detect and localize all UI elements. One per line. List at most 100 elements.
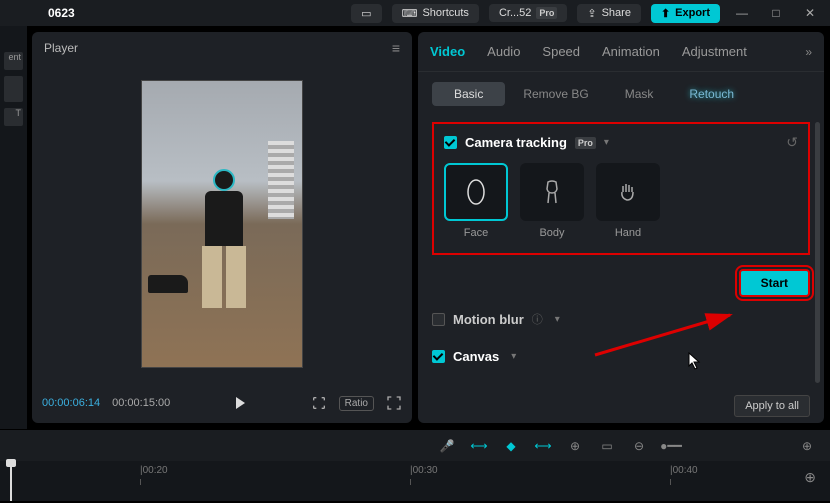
zoom-slider-handle[interactable]: ●━━ — [662, 438, 680, 454]
tabs-overflow-icon[interactable]: » — [805, 45, 812, 59]
tracking-option-face[interactable]: Face — [444, 163, 508, 239]
ratio-button[interactable]: Ratio — [339, 396, 374, 411]
zoom-out-icon[interactable]: ⊖ — [630, 438, 648, 454]
player-menu-icon[interactable]: ≡ — [392, 40, 400, 56]
preview-person — [194, 169, 254, 309]
dock-item-ent[interactable]: ent — [4, 52, 23, 70]
share-button[interactable]: ⇪ Share — [577, 4, 641, 23]
inspector-scrollbar[interactable] — [815, 122, 820, 383]
window-minimize[interactable]: — — [730, 6, 754, 20]
export-label: Export — [675, 7, 710, 19]
face-icon — [444, 163, 508, 221]
subtab-removebg[interactable]: Remove BG — [505, 82, 606, 106]
subtab-retouch[interactable]: Retouch — [671, 82, 752, 106]
split-icon[interactable]: ⟷ — [470, 438, 488, 454]
motion-blur-title: Motion blur — [453, 312, 524, 327]
player-label: Player — [44, 41, 78, 55]
mic-icon[interactable]: 🎤 — [438, 438, 456, 454]
magnet-icon[interactable]: ◆ — [502, 438, 520, 454]
hand-icon — [596, 163, 660, 221]
playhead[interactable] — [10, 461, 12, 501]
camera-tracking-checkbox[interactable] — [444, 136, 457, 149]
preview-car — [148, 275, 188, 293]
camera-tracking-title: Camera tracking — [465, 135, 567, 150]
subtab-mask[interactable]: Mask — [607, 82, 672, 106]
video-preview — [141, 80, 303, 368]
link-icon[interactable]: ⟷ — [534, 438, 552, 454]
chevron-down-icon[interactable]: ▾ — [511, 351, 516, 362]
hand-label: Hand — [596, 227, 660, 239]
share-icon: ⇪ — [587, 7, 596, 20]
project-label: Cr...52 — [499, 7, 531, 19]
reset-icon[interactable]: ↺ — [786, 134, 798, 151]
fullscreen-icon[interactable] — [386, 395, 402, 411]
tab-adjustment[interactable]: Adjustment — [682, 44, 747, 59]
preview-area[interactable] — [32, 64, 412, 383]
window-maximize[interactable]: □ — [764, 6, 788, 20]
tab-speed[interactable]: Speed — [542, 44, 580, 59]
tab-animation[interactable]: Animation — [602, 44, 660, 59]
tab-video[interactable]: Video — [430, 44, 465, 59]
ruler-tick: |00:30 — [410, 465, 438, 476]
align-icon[interactable]: ⊕ — [566, 438, 584, 454]
dock-item-t[interactable]: T — [4, 108, 23, 126]
cursor-icon — [688, 352, 702, 370]
tab-audio[interactable]: Audio — [487, 44, 520, 59]
inspector-tabs: Video Audio Speed Animation Adjustment » — [418, 32, 824, 72]
start-button[interactable]: Start — [739, 269, 810, 297]
left-dock: ent T — [0, 26, 28, 429]
annotation-highlight-box: Camera tracking Pro ▾ ↺ Face — [432, 122, 810, 255]
layout-button[interactable]: ▭ — [351, 4, 381, 23]
timeline-toolbar: 🎤 ⟷ ◆ ⟷ ⊕ ▭ ⊖ ●━━ ⊕ — [0, 429, 830, 461]
tracking-option-hand[interactable]: Hand — [596, 163, 660, 239]
ruler-tick: |00:20 — [140, 465, 168, 476]
canvas-checkbox[interactable] — [432, 350, 445, 363]
crop-icon[interactable] — [311, 395, 327, 411]
canvas-title: Canvas — [453, 349, 499, 364]
monitor-icon[interactable]: ▭ — [598, 438, 616, 454]
zoom-in-icon[interactable]: ⊕ — [798, 438, 816, 454]
pro-badge: Pro — [536, 7, 557, 19]
shortcuts-button[interactable]: ⌨ Shortcuts — [392, 4, 479, 23]
tracking-options: Face Body Hand — [444, 163, 798, 239]
export-icon: ⬆ — [661, 7, 670, 20]
duration-time: 00:00:15:00 — [112, 397, 170, 409]
project-title: 0623 — [48, 6, 75, 20]
ruler-tick: |00:40 — [670, 465, 698, 476]
project-dropdown[interactable]: Cr...52 Pro — [489, 4, 567, 22]
subtab-basic[interactable]: Basic — [432, 82, 505, 106]
player-header: Player ≡ — [32, 32, 412, 64]
tracking-option-body[interactable]: Body — [520, 163, 584, 239]
chevron-down-icon[interactable]: ▾ — [555, 314, 560, 325]
keyboard-icon: ⌨ — [402, 7, 418, 20]
play-button[interactable] — [236, 397, 245, 409]
apply-to-all-button[interactable]: Apply to all — [734, 395, 810, 417]
share-label: Share — [602, 7, 631, 19]
camera-tracking-section: Camera tracking Pro ▾ ↺ Face — [418, 112, 824, 265]
body-label: Body — [520, 227, 584, 239]
preview-building — [268, 141, 294, 219]
current-time: 00:00:06:14 — [42, 397, 100, 409]
timeline-add-icon[interactable]: ⊕ — [804, 469, 816, 486]
info-icon[interactable]: ⓘ — [532, 311, 543, 327]
chevron-down-icon[interactable]: ▾ — [604, 137, 609, 148]
shortcuts-label: Shortcuts — [422, 7, 468, 19]
video-subtabs: Basic Remove BG Mask Retouch — [418, 72, 824, 112]
canvas-section: Canvas ▾ — [418, 349, 824, 386]
motion-blur-section: Motion blur ⓘ ▾ — [418, 307, 824, 349]
start-row: Start — [418, 265, 824, 307]
player-panel: Player ≡ 00:00:06:14 00:00:15:00 Ratio — [32, 32, 412, 423]
main-content: ent T Player ≡ 00:00:06:14 00:00:15:00 — [0, 26, 830, 429]
body-icon — [520, 163, 584, 221]
dock-item-blank[interactable] — [4, 76, 23, 102]
face-label: Face — [444, 227, 508, 239]
player-controls: 00:00:06:14 00:00:15:00 Ratio — [32, 383, 412, 423]
motion-blur-checkbox[interactable] — [432, 313, 445, 326]
timeline-ruler[interactable]: |00:20 |00:30 |00:40 ⊕ — [0, 461, 830, 501]
face-detection-box — [213, 169, 235, 191]
pro-badge: Pro — [575, 137, 596, 149]
top-bar: 0623 ▭ ⌨ Shortcuts Cr...52 Pro ⇪ Share ⬆… — [0, 0, 830, 26]
inspector-panel: Video Audio Speed Animation Adjustment »… — [418, 32, 824, 423]
export-button[interactable]: ⬆ Export — [651, 4, 720, 23]
window-close[interactable]: ✕ — [798, 6, 822, 20]
